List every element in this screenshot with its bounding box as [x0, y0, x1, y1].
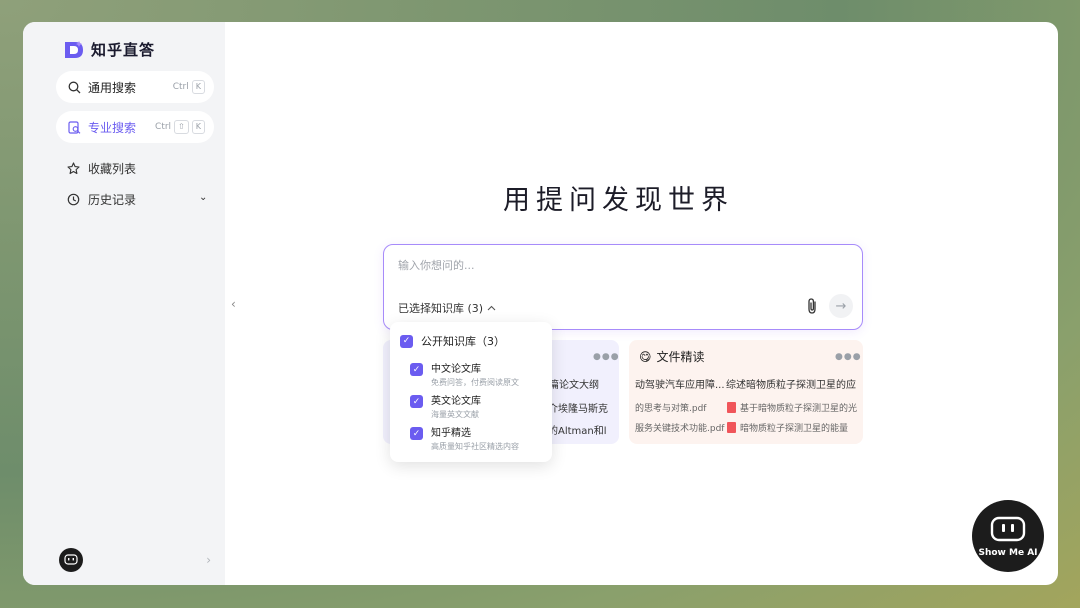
pdf-icon — [727, 402, 736, 413]
shortcut-key-k: K — [191, 80, 205, 94]
app-window: 知乎直答 通用搜索 Ctrl K 专业搜索 Ctrl ⇧ K 收藏列表 历史记录… — [23, 22, 1058, 585]
badge-text: Show Me AI — [978, 547, 1038, 558]
pro-search-label: 专业搜索 — [88, 120, 137, 135]
checkbox-checked-icon[interactable]: ✓ — [400, 334, 413, 348]
history-label: 历史记录 — [88, 193, 137, 207]
kb-option-name: 英文论文库 — [431, 396, 481, 407]
question-input[interactable] — [398, 259, 838, 272]
file-name: 服务关键技术功能.pdf — [635, 424, 725, 434]
chevron-up-icon — [487, 305, 496, 311]
file-name: 暗物质粒子探测卫星的能量 — [740, 424, 849, 434]
card-line: 动驾驶汽车应用障... — [635, 380, 725, 391]
emoji-icon: 😋 — [639, 349, 652, 364]
file-name: 基于暗物质粒子探测卫星的光 — [740, 404, 858, 414]
chevron-right-icon[interactable]: › — [206, 553, 211, 567]
sidebar: 知乎直答 通用搜索 Ctrl K 专业搜索 Ctrl ⇧ K 收藏列表 历史记录… — [23, 22, 225, 585]
kb-option-desc: 海量英文文献 — [431, 410, 479, 419]
brand[interactable]: 知乎直答 — [63, 39, 155, 60]
search-icon — [68, 81, 81, 93]
favorites-label: 收藏列表 — [88, 162, 137, 176]
checkbox-checked-icon[interactable]: ✓ — [410, 363, 423, 376]
avatar — [59, 548, 83, 572]
public-kb-label: 公开知识库（3） — [421, 335, 505, 348]
knowledge-base-dropdown: ✓ 公开知识库（3） ✓ 中文论文库 免费问答，付费阅读原文 ✓ 英文论文库 海… — [390, 322, 552, 462]
kb-option-english-papers[interactable]: ✓ 英文论文库 海量英文文献 — [410, 392, 481, 420]
document-search-icon — [68, 120, 81, 134]
checkbox-checked-icon[interactable]: ✓ — [410, 427, 423, 440]
favorites-item[interactable]: 收藏列表 — [67, 160, 136, 177]
general-search-button[interactable]: 通用搜索 Ctrl K — [56, 71, 214, 103]
show-me-ai-badge: Show Me AI — [972, 500, 1044, 572]
card-line: 介埃隆马斯克 — [548, 404, 608, 415]
public-kb-header[interactable]: ✓ 公开知识库（3） — [400, 333, 505, 349]
chevron-down-icon[interactable]: ⌄ — [199, 192, 207, 203]
card-line: 综述暗物质粒子探测卫星的应 — [726, 380, 856, 391]
card-title-text: 文件精读 — [656, 350, 705, 364]
robot-icon — [64, 554, 78, 565]
shortcut-key-k: K — [191, 120, 205, 134]
file-item[interactable]: 的思考与对策.pdf — [635, 401, 706, 414]
file-item[interactable]: 暗物质粒子探测卫星的能量 — [727, 421, 848, 434]
card-line: 的Altman和l — [548, 426, 607, 437]
kb-option-desc: 高质量知乎社区精选内容 — [431, 442, 519, 451]
kb-option-desc: 免费问答，付费阅读原文 — [431, 378, 519, 387]
star-icon — [67, 162, 80, 175]
more-icon[interactable]: ●●● — [835, 352, 862, 362]
shortcut-key-ctrl: Ctrl — [155, 122, 172, 132]
pro-search-shortcut: Ctrl ⇧ K — [155, 120, 205, 134]
logo-icon — [65, 40, 83, 58]
shortcut-key-shift: ⇧ — [174, 120, 189, 134]
kb-option-zhihu-selected[interactable]: ✓ 知乎精选 高质量知乎社区精选内容 — [410, 424, 519, 452]
general-search-shortcut: Ctrl K — [173, 80, 205, 94]
send-button[interactable]: → — [829, 294, 853, 318]
card-title: 😋 文件精读 — [639, 348, 705, 365]
brand-name: 知乎直答 — [91, 41, 156, 59]
file-reading-card[interactable]: 😋 文件精读 ●●● 动驾驶汽车应用障... 综述暗物质粒子探测卫星的应 的思考… — [629, 340, 863, 444]
history-icon — [67, 193, 80, 206]
more-icon[interactable]: ●●● — [593, 352, 619, 362]
arrow-right-icon: → — [835, 298, 847, 314]
file-name: 的思考与对策.pdf — [635, 404, 707, 414]
question-input-box[interactable]: 已选择知识库 (3) → — [383, 244, 863, 330]
kb-option-name: 知乎精选 — [431, 428, 471, 439]
history-item[interactable]: 历史记录 — [67, 191, 136, 208]
file-item[interactable]: 服务关键技术功能.pdf — [635, 421, 724, 434]
file-item[interactable]: 基于暗物质粒子探测卫星的光 — [727, 401, 857, 414]
knowledge-base-label: 已选择知识库 (3) — [398, 302, 484, 315]
page-title: 用提问发现世界 — [503, 185, 734, 216]
collapse-sidebar-icon[interactable]: ‹ — [231, 297, 236, 311]
robot-icon — [990, 516, 1026, 541]
user-profile[interactable]: › — [59, 545, 211, 575]
kb-option-name: 中文论文库 — [431, 364, 481, 375]
kb-option-chinese-papers[interactable]: ✓ 中文论文库 免费问答，付费阅读原文 — [410, 360, 519, 388]
general-search-label: 通用搜索 — [88, 80, 137, 95]
shortcut-key-ctrl: Ctrl — [172, 82, 189, 92]
checkbox-checked-icon[interactable]: ✓ — [410, 395, 423, 408]
knowledge-base-selector[interactable]: 已选择知识库 (3) — [398, 300, 496, 316]
paperclip-icon[interactable] — [804, 297, 820, 315]
pdf-icon — [727, 422, 736, 433]
pro-search-button[interactable]: 专业搜索 Ctrl ⇧ K — [56, 111, 214, 143]
